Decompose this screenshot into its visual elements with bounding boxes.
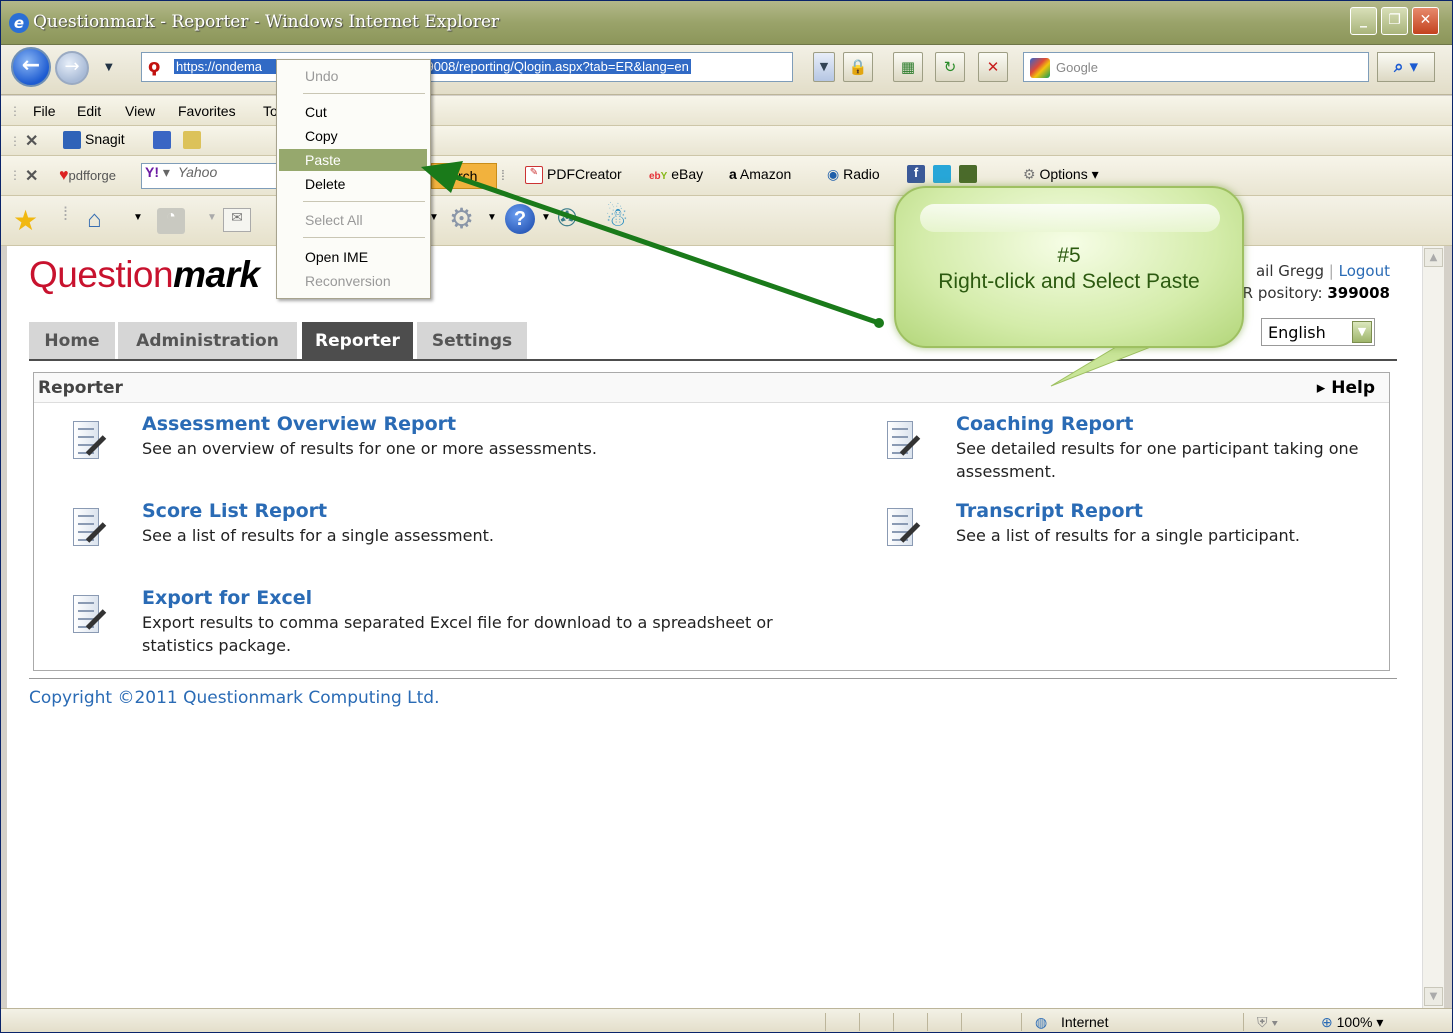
callout-text: #5 Right-click and Select Paste — [896, 243, 1242, 295]
callout-step: #5 — [1057, 244, 1081, 267]
annotation-arrowhead — [421, 161, 463, 193]
annotation-overlay — [421, 161, 1167, 387]
annotation-arrow — [452, 173, 880, 326]
annotation-arrow-dot — [874, 318, 884, 328]
callout-instruction: Right-click and Select Paste — [938, 270, 1200, 293]
callout-highlight — [920, 204, 1220, 232]
browser-window: e Questionmark - Reporter - Windows Inte… — [0, 0, 1453, 1033]
annotation-callout: #5 Right-click and Select Paste — [894, 186, 1244, 348]
